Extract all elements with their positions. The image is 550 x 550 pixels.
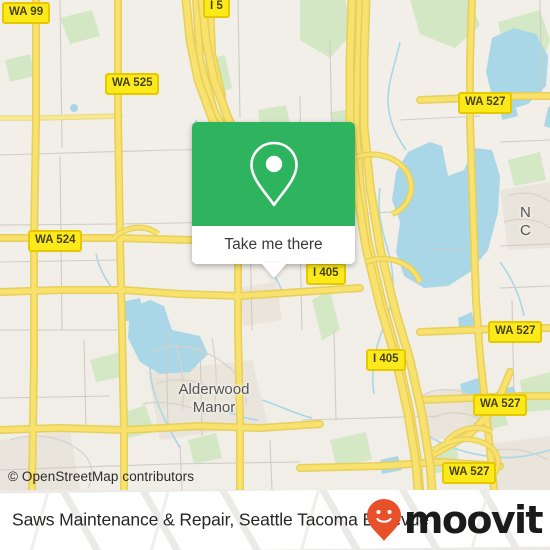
place-label-line1: Alderwood xyxy=(178,381,250,398)
road-shield: WA 525 xyxy=(105,73,160,95)
road-shield: WA 99 xyxy=(2,2,51,24)
road-shield: WA 524 xyxy=(28,230,83,252)
road-shield: WA 527 xyxy=(458,92,513,114)
road-shield: I 5 xyxy=(203,0,230,18)
map-canvas[interactable]: WA 99 I 5 WA 525 WA 527 WA 524 I 405 I 405 WA 5… xyxy=(0,0,550,490)
road-shield: WA 527 xyxy=(473,394,528,416)
place-label-line2: C xyxy=(520,222,531,239)
place-label-north-creek: N C xyxy=(520,204,550,240)
popup-tail xyxy=(260,263,287,278)
place-label-alderwood-manor: Alderwood Manor xyxy=(154,381,274,417)
moovit-wordmark: moovit xyxy=(403,498,544,542)
road-shield: WA 527 xyxy=(488,321,543,343)
take-me-there-button[interactable]: Take me there xyxy=(192,226,355,264)
place-label-line2: Manor xyxy=(192,399,236,416)
osm-attribution[interactable]: © OpenStreetMap contributors xyxy=(8,469,194,484)
place-label-line1: N xyxy=(520,204,531,221)
screenshot-root: WA 99 I 5 WA 525 WA 527 WA 524 I 405 I 405 WA 5… xyxy=(0,0,550,550)
moovit-smiley-pin-icon xyxy=(366,499,401,541)
map-popup[interactable]: Take me there xyxy=(192,122,355,278)
road-shield: I 405 xyxy=(366,349,406,371)
road-shield: I 405 xyxy=(306,263,346,285)
popup-pin-panel xyxy=(192,122,355,226)
road-shield: WA 527 xyxy=(442,462,497,484)
moovit-logo[interactable]: moovit xyxy=(366,498,544,542)
footer-bar: Saws Maintenance & Repair, Seattle Tacom… xyxy=(0,490,550,550)
map-pin-icon xyxy=(249,141,298,207)
